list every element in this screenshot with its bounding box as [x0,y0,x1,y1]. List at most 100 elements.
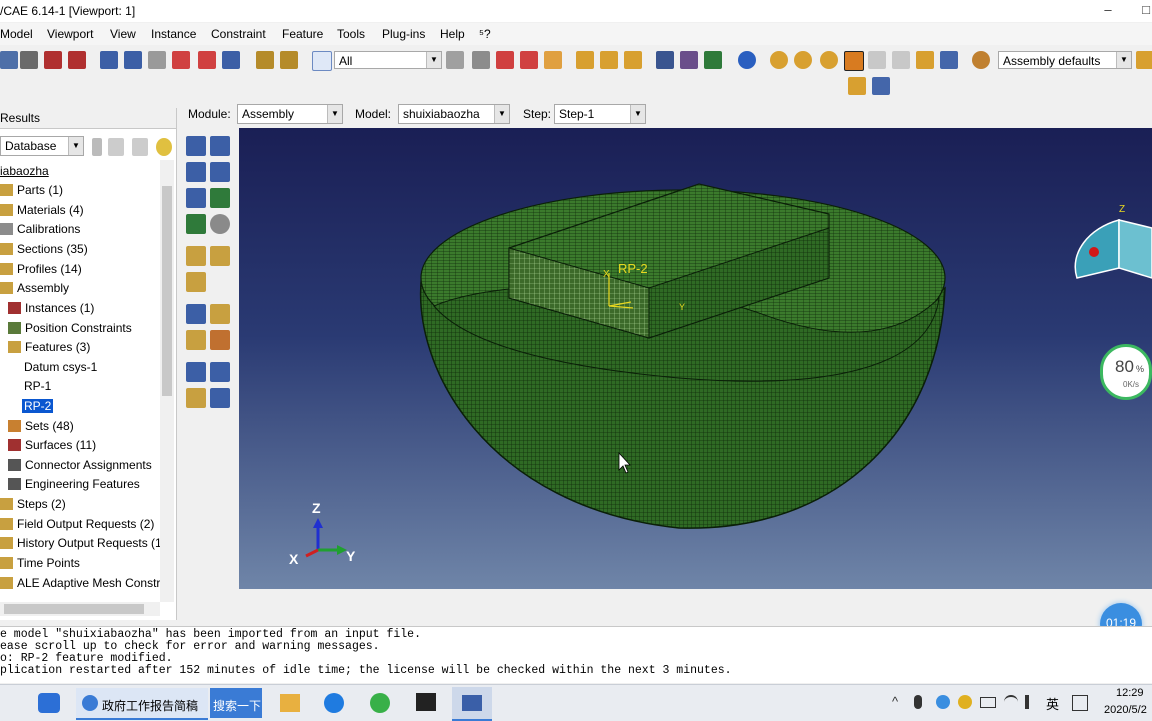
auto-fit-icon[interactable] [198,51,216,69]
tree-item-profiles[interactable]: Profiles (14) [0,260,82,279]
zoom-icon[interactable] [148,51,166,69]
edge-icon[interactable] [324,693,344,713]
step-select[interactable]: Step-1 ▼ [554,104,646,124]
view-manager-icon[interactable] [940,51,958,69]
volume-icon[interactable] [1025,695,1043,709]
datum-axis-icon[interactable] [210,304,230,324]
datum-csys-icon[interactable] [210,330,230,350]
view-iso-icon[interactable] [624,51,642,69]
csys-axes-icon[interactable] [210,362,230,382]
color-code-icon[interactable] [844,51,864,71]
save-icon[interactable] [0,51,18,69]
tree-item-steps[interactable]: Steps (2) [0,495,66,514]
face-to-face-icon[interactable] [210,246,230,266]
csys-rotate-icon[interactable] [210,388,230,408]
tree-item-materials[interactable]: Materials (4) [0,201,84,220]
battery-icon[interactable] [980,697,996,708]
tree-item-sets[interactable]: Sets (48) [8,417,74,436]
tree-item-instances[interactable]: Instances (1) [8,299,94,318]
tree-item-ale-mesh[interactable]: ALE Adaptive Mesh Constra [0,574,160,593]
select-arrow-icon[interactable] [312,51,332,71]
model-select[interactable]: shuixiabaozha ▼ [398,104,510,124]
taskbar-app-browser[interactable]: 政府工作报告简稿 [76,688,208,720]
display-replace-icon[interactable] [794,51,812,69]
render-wireframe-icon[interactable] [656,51,674,69]
chevron-down-icon[interactable]: ▼ [494,105,509,123]
network-speed-widget[interactable]: 80 % 0K/s [1100,344,1152,400]
perspective-icon[interactable] [256,51,274,69]
tab-results[interactable]: Results [0,111,40,125]
selection-options-icon[interactable] [446,51,464,69]
linear-pattern-icon[interactable] [210,136,230,156]
start-menu-icon[interactable] [38,693,60,713]
undo-icon[interactable] [868,51,886,69]
drag-select-icon[interactable] [472,51,490,69]
boolean-icon[interactable] [210,214,230,234]
display-add-icon[interactable] [820,51,838,69]
translate-to-icon[interactable] [210,188,230,208]
ime-indicator[interactable]: 英 [1046,694,1059,713]
tree-horizontal-scrollbar[interactable] [0,602,160,616]
tree-item-features[interactable]: Features (3) [8,338,90,357]
terminal-icon[interactable] [416,693,436,711]
output-db-icon[interactable] [68,51,86,69]
merge-cut-icon[interactable] [186,214,206,234]
tree-item-engineering-features[interactable]: Engineering Features [8,475,140,494]
menu-instance[interactable]: Instance [151,27,196,41]
microphone-icon[interactable] [914,695,922,709]
model-db-icon[interactable] [44,51,62,69]
scrollbar-thumb[interactable] [4,604,144,614]
chevron-down-icon[interactable]: ▼ [426,52,441,68]
menu-tools[interactable]: Tools [337,27,365,41]
tree-collapse-icon[interactable] [108,138,124,156]
color-scheme-select[interactable]: Assembly defaults ▼ [998,51,1132,69]
tree-item-calibrations[interactable]: Calibrations [0,220,80,239]
tree-item-connector-assignments[interactable]: Connector Assignments [8,456,152,475]
edit-constraint-icon[interactable] [186,272,206,292]
tree-filter-select[interactable]: Database ▼ [0,136,84,156]
render-hidden-icon[interactable] [680,51,698,69]
menu-model[interactable]: Model [0,27,33,41]
menu-viewport[interactable]: Viewport [47,27,93,41]
chevron-down-icon[interactable]: ▼ [68,137,83,155]
menu-feature[interactable]: Feature [282,27,323,41]
tree-vertical-scrollbar[interactable] [160,160,174,602]
parallel-icon[interactable] [280,51,298,69]
display-group-icon[interactable] [770,51,788,69]
tree-root[interactable]: iabaozha [0,162,49,181]
tree-item-sections[interactable]: Sections (35) [0,240,88,259]
view-back-icon[interactable] [600,51,618,69]
tree-item-assembly[interactable]: Assembly [0,279,69,298]
rotate-icon[interactable] [124,51,142,69]
tree-item-surfaces[interactable]: Surfaces (11) [8,436,96,455]
csys-plane-icon[interactable] [186,388,206,408]
shield-icon[interactable] [936,695,950,709]
query-info-icon[interactable] [738,51,756,69]
minimize-button[interactable]: – [1098,2,1118,18]
tree-item-rp2[interactable]: RP-2 [22,397,54,416]
datum-point-icon[interactable] [186,304,206,324]
module-select[interactable]: Assembly ▼ [237,104,343,124]
assembly-tree-icon[interactable] [848,77,866,95]
tree-item-position-constraints[interactable]: Position Constraints [8,319,132,338]
box-zoom-icon[interactable] [172,51,190,69]
menu-plugins[interactable]: Plug-ins [382,27,425,41]
select-inside-icon[interactable] [520,51,538,69]
clock-date[interactable]: 2020/5/2 [1104,704,1147,716]
translate-instance-icon[interactable] [210,162,230,182]
color-edit-icon[interactable] [1136,51,1152,69]
pan-icon[interactable] [100,51,118,69]
chevron-down-icon[interactable]: ▼ [630,105,645,123]
print-icon[interactable] [20,51,38,69]
palette-icon[interactable] [972,51,990,69]
tree-item-rp1[interactable]: RP-1 [24,377,51,396]
chevron-up-icon[interactable]: ^ [892,694,898,709]
rotate-instance-icon[interactable] [186,188,206,208]
parallel-face-icon[interactable] [186,246,206,266]
move-up-down-icon[interactable] [92,138,102,156]
clock-time[interactable]: 12:29 [1116,687,1144,699]
wifi-icon[interactable] [1004,695,1018,711]
taskbar-app-abaqus[interactable] [452,687,492,721]
menu-view[interactable]: View [110,27,136,41]
file-explorer-icon[interactable] [280,694,300,712]
